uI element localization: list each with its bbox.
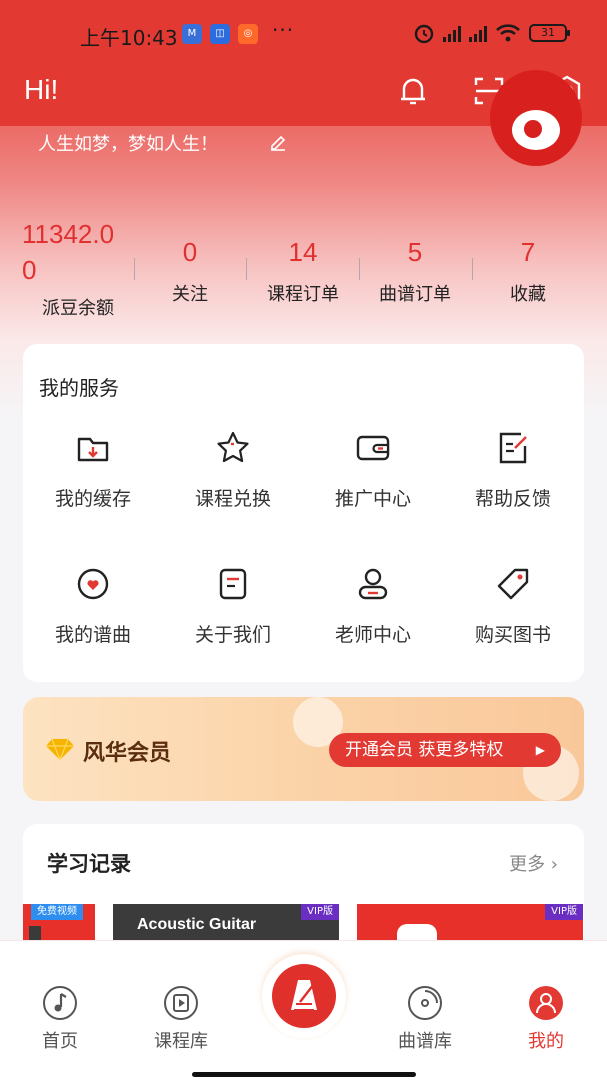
person-icon [529, 986, 563, 1020]
divider [246, 258, 247, 280]
tab-courses[interactable]: 课程库 [141, 985, 221, 1053]
divider [359, 258, 360, 280]
avatar[interactable] [490, 70, 582, 166]
tag-icon [497, 568, 529, 600]
metronome-button[interactable] [262, 954, 346, 1038]
tab-label: 首页 [42, 1031, 78, 1052]
vip-tag: VIP版 [301, 904, 339, 920]
service-label: 购买图书 [474, 624, 551, 646]
course-thumb[interactable]: 免费视频 [23, 904, 95, 944]
stat-label: 关注 [172, 284, 208, 305]
status-time: 上午10:43 [80, 26, 178, 50]
course-thumb[interactable]: VIP版 [357, 904, 583, 944]
free-video-tag: 免费视频 [31, 904, 83, 920]
tab-label: 课程库 [154, 1031, 208, 1052]
alarm-icon [414, 24, 434, 44]
service-promotion[interactable]: 推广中心 [303, 430, 443, 511]
status-bar: 上午10:43 M ◫ ◎ ··· 31 [0, 0, 607, 68]
more-link[interactable]: 更多 › [509, 850, 558, 876]
service-cache[interactable]: 我的缓存 [23, 430, 163, 511]
learning-title: 学习记录 [47, 852, 131, 876]
service-about-us[interactable]: 关于我们 [163, 566, 303, 647]
stat-label: 派豆余额 [42, 298, 114, 319]
stat-favorites[interactable]: 7 收藏 [488, 234, 568, 306]
greeting: Hi! [24, 74, 59, 105]
music-note-icon [43, 986, 77, 1020]
tab-home[interactable]: 首页 [20, 985, 100, 1053]
service-label: 我的缓存 [54, 488, 131, 510]
vip-open-button[interactable]: 开通会员 获更多特权 ▶ [329, 733, 561, 767]
service-label: 帮助反馈 [474, 488, 551, 510]
service-my-scores[interactable]: 我的谱曲 [23, 566, 163, 647]
home-indicator [192, 1072, 416, 1077]
profile-motto: 人生如梦，梦如人生！ [38, 134, 218, 155]
disc-icon [408, 986, 442, 1020]
divider [472, 258, 473, 280]
edit-icon[interactable] [268, 132, 288, 152]
service-teacher-center[interactable]: 老师中心 [303, 566, 443, 647]
tab-label: 我的 [528, 1031, 564, 1052]
vip-banner[interactable]: 风华会员 开通会员 获更多特权 ▶ [23, 697, 584, 801]
thumb-title: Acoustic Guitar [137, 916, 257, 933]
wifi-icon [496, 24, 520, 42]
vip-title: 风华会员 [83, 741, 172, 766]
stat-follow[interactable]: 0 关注 [150, 234, 230, 306]
star-icon [217, 431, 249, 463]
stat-course-orders[interactable]: 14 课程订单 [256, 234, 350, 306]
service-label: 老师中心 [334, 624, 411, 646]
stat-label: 曲谱订单 [379, 284, 451, 305]
service-label: 课程兑换 [194, 488, 271, 510]
metronome-icon [291, 980, 317, 1011]
signal-1-icon [443, 24, 461, 42]
feedback-edit-icon [499, 432, 527, 464]
vip-button-label: 开通会员 获更多特权 [345, 740, 504, 760]
play-arrow-icon: ▶ [535, 743, 545, 757]
stat-balance[interactable]: 11342.0 0 派豆余额 [22, 216, 132, 320]
diamond-icon [46, 738, 74, 761]
services-title: 我的服务 [39, 376, 119, 400]
heart-disc-icon [77, 568, 109, 600]
battery-icon: 31 [529, 24, 570, 42]
service-buy-books[interactable]: 购买图书 [443, 566, 583, 647]
user-icon [358, 568, 388, 600]
document-icon [219, 568, 247, 600]
vip-tag: VIP版 [545, 904, 583, 920]
stat-label: 课程订单 [267, 284, 339, 305]
tab-label: 曲谱库 [398, 1031, 452, 1052]
wallet-icon [356, 435, 390, 461]
more-notifications-icon: ··· [272, 18, 295, 42]
stat-score-orders[interactable]: 5 曲谱订单 [368, 234, 462, 306]
app-blue-icon: ◫ [210, 24, 230, 44]
services-card: 我的服务 我的缓存 课程兑换 推广中心 帮助反馈 我的谱曲 关于我们 老师中心 … [23, 344, 584, 682]
bell-icon[interactable] [396, 74, 430, 108]
service-redeem[interactable]: 课程兑换 [163, 430, 303, 511]
signal-2-icon [469, 24, 487, 42]
app-m-icon: M [182, 24, 202, 44]
course-thumb[interactable]: VIP版 Acoustic Guitar [113, 904, 339, 944]
tab-mine[interactable]: 我的 [506, 985, 586, 1053]
service-label: 我的谱曲 [54, 624, 131, 646]
app-orange-icon: ◎ [238, 24, 258, 44]
play-book-icon [164, 986, 198, 1020]
service-feedback[interactable]: 帮助反馈 [443, 430, 583, 511]
divider [134, 258, 135, 280]
stat-label: 收藏 [510, 284, 546, 305]
service-label: 推广中心 [334, 488, 411, 510]
folder-download-icon [77, 437, 109, 462]
service-label: 关于我们 [194, 624, 271, 646]
tab-scores[interactable]: 曲谱库 [385, 985, 465, 1053]
